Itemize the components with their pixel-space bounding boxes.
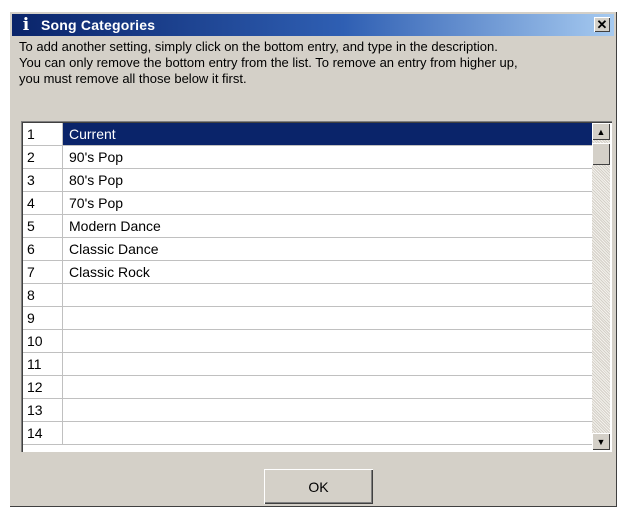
scroll-thumb[interactable] — [592, 143, 610, 165]
category-row[interactable]: 5 Modern Dance — [23, 215, 592, 238]
category-row[interactable]: 6 Classic Dance — [23, 238, 592, 261]
row-number: 14 — [23, 422, 63, 444]
row-number: 5 — [23, 215, 63, 237]
category-row[interactable]: 1 Current — [23, 123, 592, 146]
category-name-cell[interactable]: 80's Pop — [63, 169, 592, 191]
window-title: Song Categories — [41, 17, 156, 33]
category-name-cell[interactable]: Classic Dance — [63, 238, 592, 260]
category-row[interactable]: 11 — [23, 353, 592, 376]
category-row[interactable]: 12 — [23, 376, 592, 399]
row-number: 2 — [23, 146, 63, 168]
category-row[interactable]: 7 Classic Rock — [23, 261, 592, 284]
category-list[interactable]: 1 Current 2 90's Pop 3 80's Pop 4 70's Pop 5 Mode… — [21, 121, 612, 452]
category-name-cell[interactable] — [63, 284, 592, 306]
category-name-cell[interactable] — [63, 399, 592, 421]
title-bar[interactable]: i Song Categories ✕ — [12, 14, 614, 36]
category-name-cell[interactable] — [63, 422, 592, 444]
category-name-cell[interactable]: Current — [63, 123, 592, 145]
arrow-up-icon: ▲ — [596, 126, 606, 137]
instructions-line: You can only remove the bottom entry fro… — [19, 55, 518, 70]
ok-button[interactable]: OK — [264, 469, 373, 504]
row-number: 11 — [23, 353, 63, 375]
instructions-line: you must remove all those below it first… — [19, 71, 247, 86]
category-row[interactable]: 10 — [23, 330, 592, 353]
category-name-cell[interactable]: 90's Pop — [63, 146, 592, 168]
row-number: 3 — [23, 169, 63, 191]
row-number: 4 — [23, 192, 63, 214]
category-row[interactable]: 4 70's Pop — [23, 192, 592, 215]
category-rows: 1 Current 2 90's Pop 3 80's Pop 4 70's Pop 5 Mode… — [23, 123, 592, 445]
row-number: 1 — [23, 123, 63, 145]
instructions-text: To add another setting, simply click on … — [19, 39, 614, 87]
close-button[interactable]: ✕ — [594, 17, 610, 32]
vertical-scrollbar[interactable]: ▲ ▼ — [592, 123, 610, 450]
row-number: 10 — [23, 330, 63, 352]
category-name-cell[interactable]: 70's Pop — [63, 192, 592, 214]
category-row[interactable]: 9 — [23, 307, 592, 330]
category-name-cell[interactable]: Classic Rock — [63, 261, 592, 283]
category-name-cell[interactable] — [63, 353, 592, 375]
category-name-cell[interactable]: Modern Dance — [63, 215, 592, 237]
category-row[interactable]: 14 — [23, 422, 592, 445]
row-number: 7 — [23, 261, 63, 283]
instructions-line: To add another setting, simply click on … — [19, 39, 498, 54]
row-number: 9 — [23, 307, 63, 329]
arrow-down-icon: ▼ — [596, 436, 606, 447]
close-icon: ✕ — [596, 17, 608, 32]
row-number: 13 — [23, 399, 63, 421]
category-row[interactable]: 13 — [23, 399, 592, 422]
row-number: 8 — [23, 284, 63, 306]
row-number: 6 — [23, 238, 63, 260]
category-row[interactable]: 2 90's Pop — [23, 146, 592, 169]
song-categories-dialog: i Song Categories ✕ To add another setti… — [9, 11, 617, 507]
category-name-cell[interactable] — [63, 307, 592, 329]
category-name-cell[interactable] — [63, 330, 592, 352]
scroll-down-button[interactable]: ▼ — [592, 433, 610, 450]
scroll-up-button[interactable]: ▲ — [592, 123, 610, 140]
category-name-cell[interactable] — [63, 376, 592, 398]
category-row[interactable]: 3 80's Pop — [23, 169, 592, 192]
info-icon: i — [22, 15, 30, 35]
category-row[interactable]: 8 — [23, 284, 592, 307]
row-number: 12 — [23, 376, 63, 398]
